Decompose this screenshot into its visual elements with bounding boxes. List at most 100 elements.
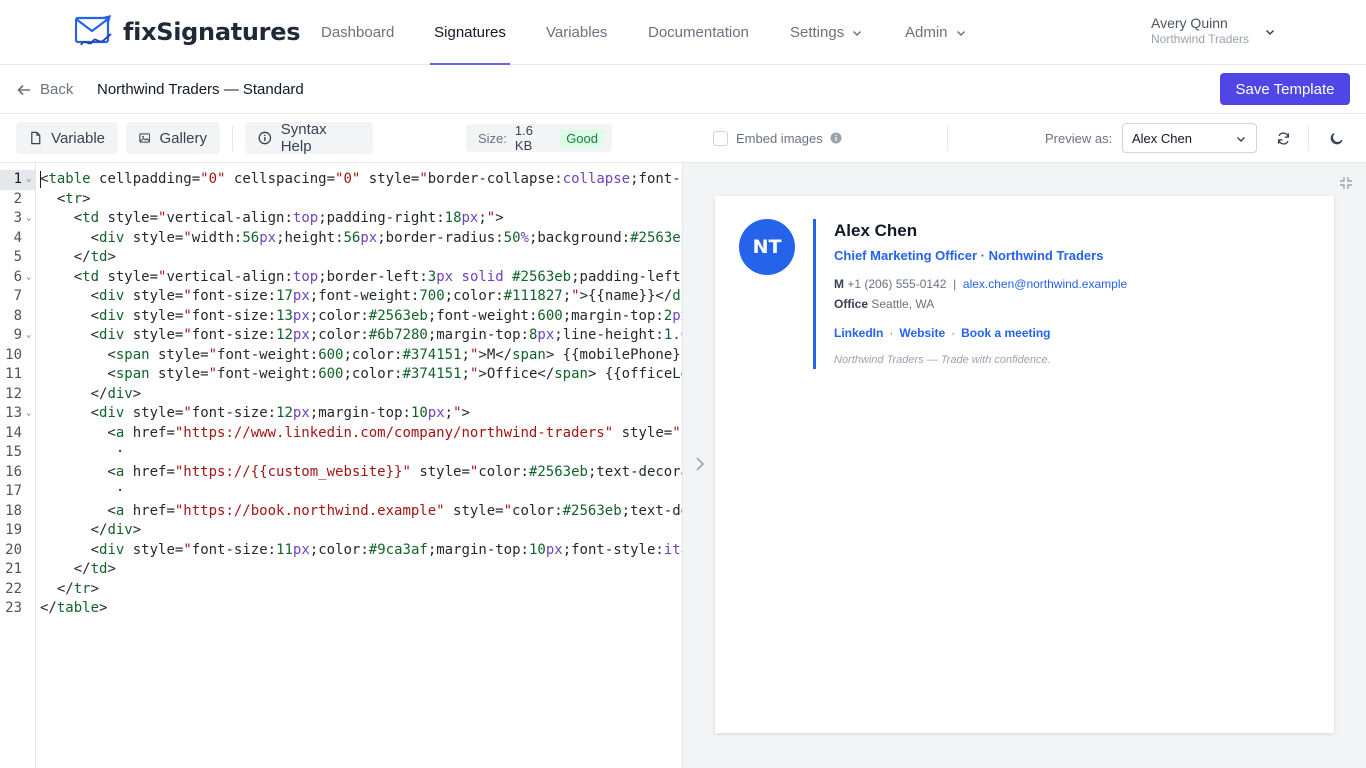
code-line: <span style="font-weight:600;color:#3741… — [40, 346, 682, 363]
signature-accent-bar — [813, 219, 816, 369]
code-line: <span style="font-weight:600;color:#3741… — [40, 366, 682, 382]
line-number-label: 7 — [13, 288, 22, 304]
nav-signatures[interactable]: Signatures — [430, 0, 510, 65]
logo[interactable]: fixSignatures — [75, 14, 300, 50]
line-number: 23 — [0, 599, 36, 619]
line-number-label: 14 — [5, 424, 22, 441]
save-template-button[interactable]: Save Template — [1220, 73, 1350, 105]
code-line: </tr> — [40, 580, 100, 597]
chevron-down-icon — [853, 30, 862, 36]
embed-images-option: Embed images — [713, 114, 842, 162]
template-title: Northwind Traders — Standard — [97, 81, 304, 98]
link-separator: · — [951, 326, 956, 340]
nav-admin-dropdown[interactable]: Admin — [905, 0, 966, 65]
avatar: NT — [739, 219, 795, 275]
syntax-help-button[interactable]: Syntax Help — [245, 121, 373, 155]
line-number-label: 9 — [13, 327, 22, 343]
code-line: <td style="vertical-align:top;padding-ri… — [40, 210, 504, 226]
gallery-label: Gallery — [159, 129, 207, 147]
line-number-label: 23 — [5, 600, 22, 616]
dark-mode-toggle[interactable] — [1324, 126, 1348, 150]
line-number: 14 — [0, 424, 36, 444]
envelope-signature-icon — [75, 15, 112, 46]
insert-variable-button[interactable]: Variable — [16, 122, 118, 154]
line-number-label: 11 — [5, 366, 22, 382]
line-number: 2 — [0, 190, 36, 210]
user-org: Northwind Traders — [1151, 32, 1250, 46]
line-number: 11 — [0, 365, 36, 385]
code-content[interactable]: <table cellpadding="0" cellspacing="0" s… — [36, 170, 682, 760]
nav-settings-dropdown[interactable]: Settings — [790, 0, 862, 65]
preview-as-select[interactable]: Alex Chen — [1122, 123, 1257, 153]
line-number: 7 — [0, 287, 36, 307]
fold-chevron-icon[interactable]: ⌄ — [26, 404, 31, 424]
chevron-right-icon[interactable] — [693, 456, 707, 472]
line-number: 15 — [0, 443, 36, 463]
gallery-button[interactable]: Gallery — [126, 122, 220, 154]
collapse-arrows-icon[interactable] — [1338, 175, 1354, 191]
code-line: </div> — [40, 385, 142, 402]
line-number: 16 — [0, 463, 36, 483]
line-number-label: 3 — [13, 210, 22, 226]
refresh-preview-button[interactable] — [1271, 126, 1295, 150]
fold-chevron-icon[interactable]: ⌄ — [26, 326, 31, 346]
chevron-down-icon — [956, 30, 965, 36]
line-number: 22 — [0, 580, 36, 600]
signature-tagline: Northwind Traders — Trade with confidenc… — [834, 354, 1051, 366]
back-label: Back — [40, 81, 74, 98]
line-number: 21 — [0, 560, 36, 580]
code-line: </div> — [40, 522, 142, 538]
signature-role: Chief Marketing Officer · Northwind Trad… — [834, 248, 1104, 263]
line-number: 5 — [0, 248, 36, 268]
moon-icon — [1330, 132, 1342, 144]
code-line: <td style="vertical-align:top;border-lef… — [40, 268, 682, 285]
line-number-label: 22 — [5, 580, 22, 597]
website-link[interactable]: Website — [899, 326, 945, 340]
nav-admin-label: Admin — [905, 24, 948, 41]
line-number: 9 ⌄ — [0, 326, 36, 346]
code-line: </table> — [40, 600, 108, 616]
line-number-label: 18 — [5, 502, 22, 519]
nav-variables[interactable]: Variables — [546, 0, 607, 65]
book-meeting-link[interactable]: Book a meeting — [961, 326, 1050, 340]
contact-separator: | — [953, 277, 957, 291]
fold-chevron-icon[interactable]: ⌄ — [26, 170, 31, 190]
toolbar-divider — [947, 126, 948, 151]
back-button[interactable]: Back — [16, 65, 73, 114]
code-line: <a href="https://www.linkedin.com/compan… — [40, 424, 682, 441]
top-navbar: fixSignatures Dashboard Signatures Varia… — [0, 0, 1366, 65]
code-line: <div style="font-size:17px;font-weight:7… — [40, 288, 682, 304]
code-line: <div style="font-size:12px;margin-top:10… — [40, 405, 470, 421]
line-number: 1 ⌄ — [0, 170, 36, 190]
nav-dashboard[interactable]: Dashboard — [321, 0, 394, 65]
embed-images-label[interactable]: Embed images — [736, 131, 823, 146]
line-number: 17 — [0, 482, 36, 502]
email-link[interactable]: alex.chen@northwind.example — [963, 277, 1127, 291]
fold-chevron-icon[interactable]: ⌄ — [26, 268, 31, 288]
office-label: Office — [834, 297, 869, 311]
info-icon[interactable] — [830, 132, 842, 144]
nav-documentation[interactable]: Documentation — [648, 0, 749, 65]
preview-as-value: Alex Chen — [1132, 130, 1192, 146]
code-line: </td> — [40, 561, 116, 577]
code-line: <div style="font-size:13px;color:#2563eb… — [40, 307, 682, 324]
line-number: 4 — [0, 229, 36, 249]
user-menu[interactable]: Avery Quinn Northwind Traders — [1151, 15, 1281, 49]
line-number-label: 6 — [13, 268, 22, 285]
mobile-label: M — [834, 277, 844, 291]
nav-settings-label: Settings — [790, 24, 845, 41]
line-number-label: 16 — [5, 463, 22, 480]
line-number-label: 10 — [5, 346, 22, 363]
code-line: <tr> — [40, 190, 91, 207]
line-number: 6 ⌄ — [0, 268, 36, 288]
code-editor[interactable]: 1 ⌄ 2 3 ⌄ 4 5 6 ⌄ 7 8 9 ⌄ 10 11 12 13 ⌄ 14 15 16 17 18 19 20 21 22… — [0, 163, 683, 768]
embed-images-checkbox[interactable] — [713, 130, 728, 146]
syntax-help-label: Syntax Help — [280, 121, 327, 155]
fold-chevron-icon[interactable]: ⌄ — [26, 209, 31, 229]
code-line: · — [40, 444, 125, 460]
toolbar-divider — [1308, 126, 1309, 151]
code-line: <div style="width:56px;height:56px;borde… — [40, 229, 682, 246]
line-number: 8 — [0, 307, 36, 327]
size-label: Size: — [478, 130, 507, 146]
linkedin-link[interactable]: LinkedIn — [834, 326, 883, 340]
